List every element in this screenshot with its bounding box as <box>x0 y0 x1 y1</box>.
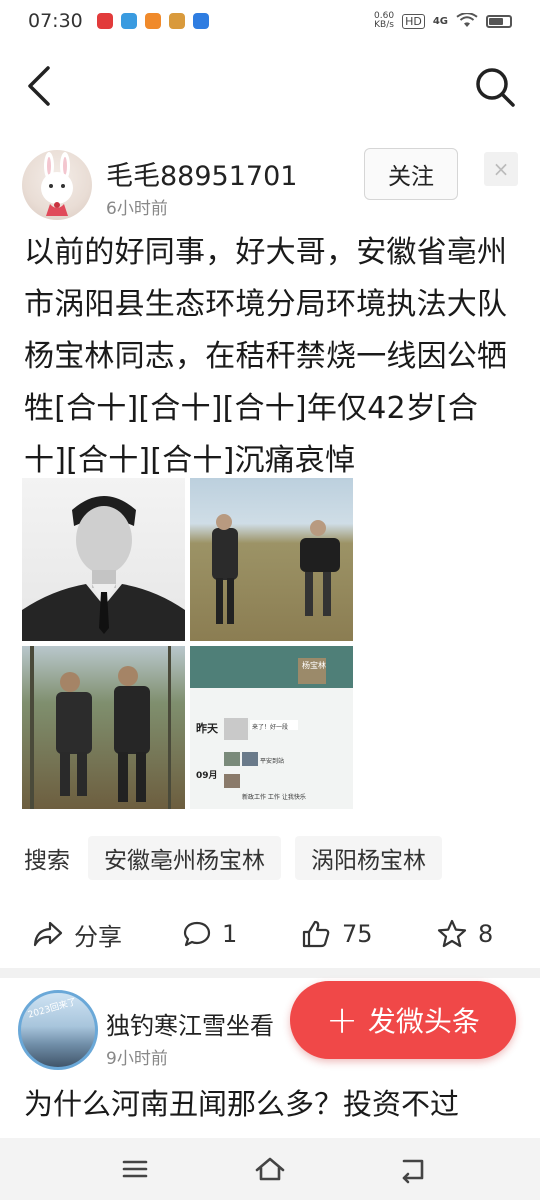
search-tag[interactable]: 安徽亳州杨宝林 <box>88 836 281 880</box>
share-label: 分享 <box>74 922 122 951</box>
photo-field[interactable] <box>190 478 353 641</box>
post-header: 毛毛88951701 6小时前 关注 × <box>22 148 518 220</box>
avatar[interactable] <box>22 150 92 220</box>
post-time: 6小时前 <box>106 199 168 219</box>
feed-divider <box>0 968 540 978</box>
share-icon <box>33 921 63 947</box>
share-button[interactable]: 分享 <box>32 910 122 958</box>
net-speed-unit: KB/s <box>374 20 394 30</box>
action-bar: 分享 1 75 8 <box>0 910 540 958</box>
search-icon[interactable] <box>472 64 518 110</box>
notification-icons <box>96 13 209 29</box>
signal-icon: 4G <box>432 15 448 27</box>
search-label: 搜索 <box>24 848 70 874</box>
chat-name: 杨宝林 <box>302 661 326 670</box>
star-icon <box>437 919 467 948</box>
cat-app-icon <box>168 13 185 29</box>
field-illustration <box>212 514 340 624</box>
photo-chat-screenshot[interactable]: 杨宝林 昨天 09月 来了！好一段 平安到站 新政工作 工作 让我快乐 <box>190 646 353 809</box>
post-micro-headline-button[interactable]: + 发微头条 <box>290 981 516 1059</box>
wifi-icon <box>456 13 478 27</box>
comment-icon <box>183 921 211 947</box>
avatar-label: 2023回来了 <box>27 997 78 1021</box>
hd-icon: HD <box>402 13 425 29</box>
woods-illustration <box>30 646 171 809</box>
post-body: 以前的好同事，好大哥，安徽省亳州市涡阳县生态环境分局环境执法大队杨宝林同志，在秸… <box>24 235 508 478</box>
top-nav <box>0 56 540 116</box>
game-app-icon <box>144 13 161 29</box>
search-tag[interactable]: 涡阳杨宝林 <box>295 836 442 880</box>
photo-woods[interactable] <box>22 646 185 809</box>
like-count: 75 <box>342 920 373 948</box>
chat-message: 平安到站 <box>260 758 285 765</box>
search-tags: 搜索 安徽亳州杨宝林 涡阳杨宝林 <box>24 836 524 880</box>
home-icon[interactable] <box>253 1154 287 1184</box>
translate-icon <box>192 13 209 29</box>
portrait-illustration <box>22 496 185 641</box>
favorite-count: 8 <box>478 920 494 948</box>
net-speed: 0.60 KB/s <box>374 12 394 30</box>
image-grid: 杨宝林 昨天 09月 来了！好一段 平安到站 新政工作 工作 让我快乐 <box>22 478 353 810</box>
bunny-avatar-icon <box>41 152 73 216</box>
battery-icon <box>486 14 512 28</box>
thumbs-up-icon <box>302 920 330 948</box>
fab-label: 发微头条 <box>367 1005 480 1038</box>
chat-date: 09月 <box>196 771 218 781</box>
author-name[interactable]: 毛毛88951701 <box>106 154 297 193</box>
telegram-icon <box>120 13 137 29</box>
comment-button[interactable]: 1 <box>182 910 237 958</box>
post-time: 9小时前 <box>106 1049 168 1069</box>
status-bar: 07:30 0.60 KB/s HD 4G <box>0 0 540 42</box>
status-indicators: 0.60 KB/s HD 4G <box>374 12 512 30</box>
back-icon[interactable] <box>396 1154 430 1184</box>
plus-icon: + <box>326 998 358 1042</box>
close-icon[interactable]: × <box>484 152 518 186</box>
status-time: 07:30 <box>28 10 83 32</box>
like-button[interactable]: 75 <box>300 910 373 958</box>
chat-message: 来了！好一段 <box>252 724 289 731</box>
avatar[interactable]: 2023回来了 <box>18 990 98 1070</box>
menu-icon[interactable] <box>118 1154 152 1184</box>
news-app-icon <box>96 13 113 29</box>
system-nav-bar <box>0 1138 540 1200</box>
chat-day: 昨天 <box>196 722 218 735</box>
follow-button[interactable]: 关注 <box>364 148 458 200</box>
chat-message: 新政工作 工作 让我快乐 <box>242 794 306 801</box>
photo-portrait[interactable] <box>22 478 185 641</box>
comment-count: 1 <box>222 920 238 948</box>
back-arrow-icon[interactable] <box>20 62 64 110</box>
favorite-button[interactable]: 8 <box>436 910 493 958</box>
post-body[interactable]: 为什么河南丑闻那么多？投资不过 <box>24 1080 524 1128</box>
author-name[interactable]: 独钓寒江雪坐看 <box>106 1006 274 1041</box>
